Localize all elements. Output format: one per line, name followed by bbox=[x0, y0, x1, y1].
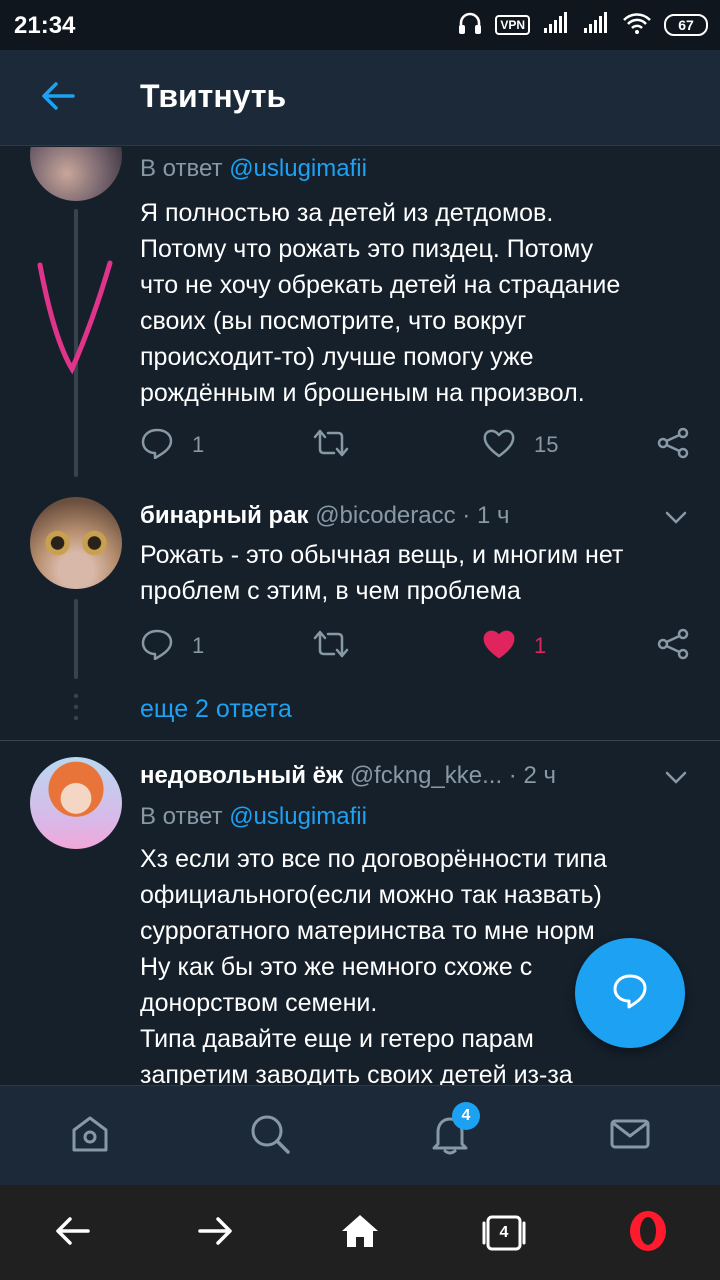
tweet-time: · 1 ч bbox=[462, 502, 510, 529]
opera-icon bbox=[626, 1209, 670, 1258]
headphones-icon bbox=[457, 10, 483, 41]
reply-icon bbox=[140, 427, 174, 464]
like-button[interactable]: 15 bbox=[482, 425, 558, 465]
like-count: 1 bbox=[534, 633, 547, 658]
status-icons: VPN 67 bbox=[457, 10, 708, 40]
reply-to-handle[interactable]: @uslugimafii bbox=[229, 155, 367, 182]
tweet-actions: 1 15 bbox=[140, 425, 700, 465]
avatar[interactable] bbox=[30, 757, 122, 849]
share-button[interactable] bbox=[656, 425, 690, 465]
retweet-button[interactable] bbox=[312, 425, 350, 465]
user-handle[interactable]: @bicoderacc bbox=[315, 502, 455, 529]
bottom-tab-bar: 4 bbox=[0, 1085, 720, 1185]
speech-bubble-icon bbox=[610, 971, 650, 1016]
status-time: 21:34 bbox=[14, 12, 76, 39]
compose-reply-button[interactable] bbox=[575, 938, 685, 1048]
vpn-badge: VPN bbox=[495, 15, 530, 35]
avatar[interactable] bbox=[30, 497, 122, 589]
display-name[interactable]: бинарный рак bbox=[140, 502, 309, 529]
tweet-header: недовольный ёж @fckng_kke... · 2 ч bbox=[140, 758, 556, 794]
share-button[interactable] bbox=[656, 626, 690, 666]
chevron-down-icon[interactable] bbox=[662, 503, 690, 531]
retweet-icon bbox=[312, 427, 350, 464]
battery-icon: 67 bbox=[664, 14, 708, 36]
wifi-icon bbox=[622, 12, 652, 39]
tweet-text: Я полностью за детей из детдомов. Потому… bbox=[140, 199, 621, 407]
status-bar: 21:34 VPN 67 bbox=[0, 0, 720, 50]
heart-icon bbox=[482, 427, 516, 464]
more-replies-link[interactable]: еще 2 ответа bbox=[140, 695, 292, 724]
browser-nav-bar: 4 bbox=[0, 1185, 720, 1280]
forward-icon bbox=[197, 1215, 235, 1252]
nav-opera-menu-button[interactable] bbox=[622, 1207, 674, 1259]
tweet-header: бинарный рак @bicoderacc · 1 ч bbox=[140, 498, 509, 534]
user-handle[interactable]: @fckng_kke... bbox=[350, 762, 502, 789]
tabs-count: 4 bbox=[499, 1224, 509, 1241]
notifications-badge: 4 bbox=[452, 1102, 480, 1130]
share-icon bbox=[656, 627, 690, 666]
home-icon bbox=[68, 1112, 112, 1161]
signal-icon bbox=[542, 11, 570, 39]
arrow-left-icon bbox=[40, 81, 76, 116]
display-name[interactable]: недовольный ёж bbox=[140, 762, 343, 789]
tweet-time: · 2 ч bbox=[508, 762, 556, 789]
tab-search[interactable] bbox=[246, 1112, 294, 1160]
heart-filled-icon bbox=[482, 628, 516, 665]
avatar[interactable] bbox=[30, 147, 122, 201]
more-replies-dots bbox=[73, 693, 79, 721]
nav-forward-button[interactable] bbox=[190, 1207, 242, 1259]
messages-icon bbox=[608, 1112, 652, 1161]
back-button[interactable] bbox=[30, 76, 86, 120]
retweet-button[interactable] bbox=[312, 626, 350, 666]
tab-messages[interactable] bbox=[606, 1112, 654, 1160]
reply-to-label: В ответ @uslugimafii bbox=[140, 803, 367, 830]
search-icon bbox=[248, 1112, 292, 1161]
reply-to-handle[interactable]: @uslugimafii bbox=[229, 803, 367, 830]
nav-tabs-button[interactable]: 4 bbox=[478, 1207, 530, 1259]
home-icon bbox=[340, 1213, 380, 1254]
tab-home[interactable] bbox=[66, 1112, 114, 1160]
reply-count: 1 bbox=[192, 633, 205, 658]
share-icon bbox=[656, 426, 690, 465]
chevron-down-icon[interactable] bbox=[662, 763, 690, 791]
like-button[interactable]: 1 bbox=[482, 626, 546, 666]
reply-button[interactable]: 1 bbox=[140, 626, 204, 666]
tabs-icon: 4 bbox=[482, 1213, 526, 1253]
reply-icon bbox=[140, 628, 174, 665]
reply-button[interactable]: 1 bbox=[140, 425, 204, 465]
nav-home-button[interactable] bbox=[334, 1207, 386, 1259]
tweet-text: Рожать - это обычная вещь, и многим нет … bbox=[140, 541, 624, 605]
signal-icon bbox=[582, 11, 610, 39]
page-title: Твитнуть bbox=[140, 78, 287, 114]
reply-count: 1 bbox=[192, 432, 205, 457]
back-icon bbox=[53, 1215, 91, 1252]
like-count: 15 bbox=[534, 432, 559, 457]
divider bbox=[0, 740, 720, 741]
reply-to-label: В ответ @uslugimafii bbox=[140, 155, 367, 182]
retweet-icon bbox=[312, 628, 350, 665]
nav-back-button[interactable] bbox=[46, 1207, 98, 1259]
app-header: Твитнуть bbox=[0, 50, 720, 146]
handwritten-annotation bbox=[37, 260, 113, 375]
tab-notifications[interactable]: 4 bbox=[426, 1102, 480, 1160]
tweet-actions: 1 1 bbox=[140, 626, 700, 666]
thread-line bbox=[74, 599, 78, 679]
